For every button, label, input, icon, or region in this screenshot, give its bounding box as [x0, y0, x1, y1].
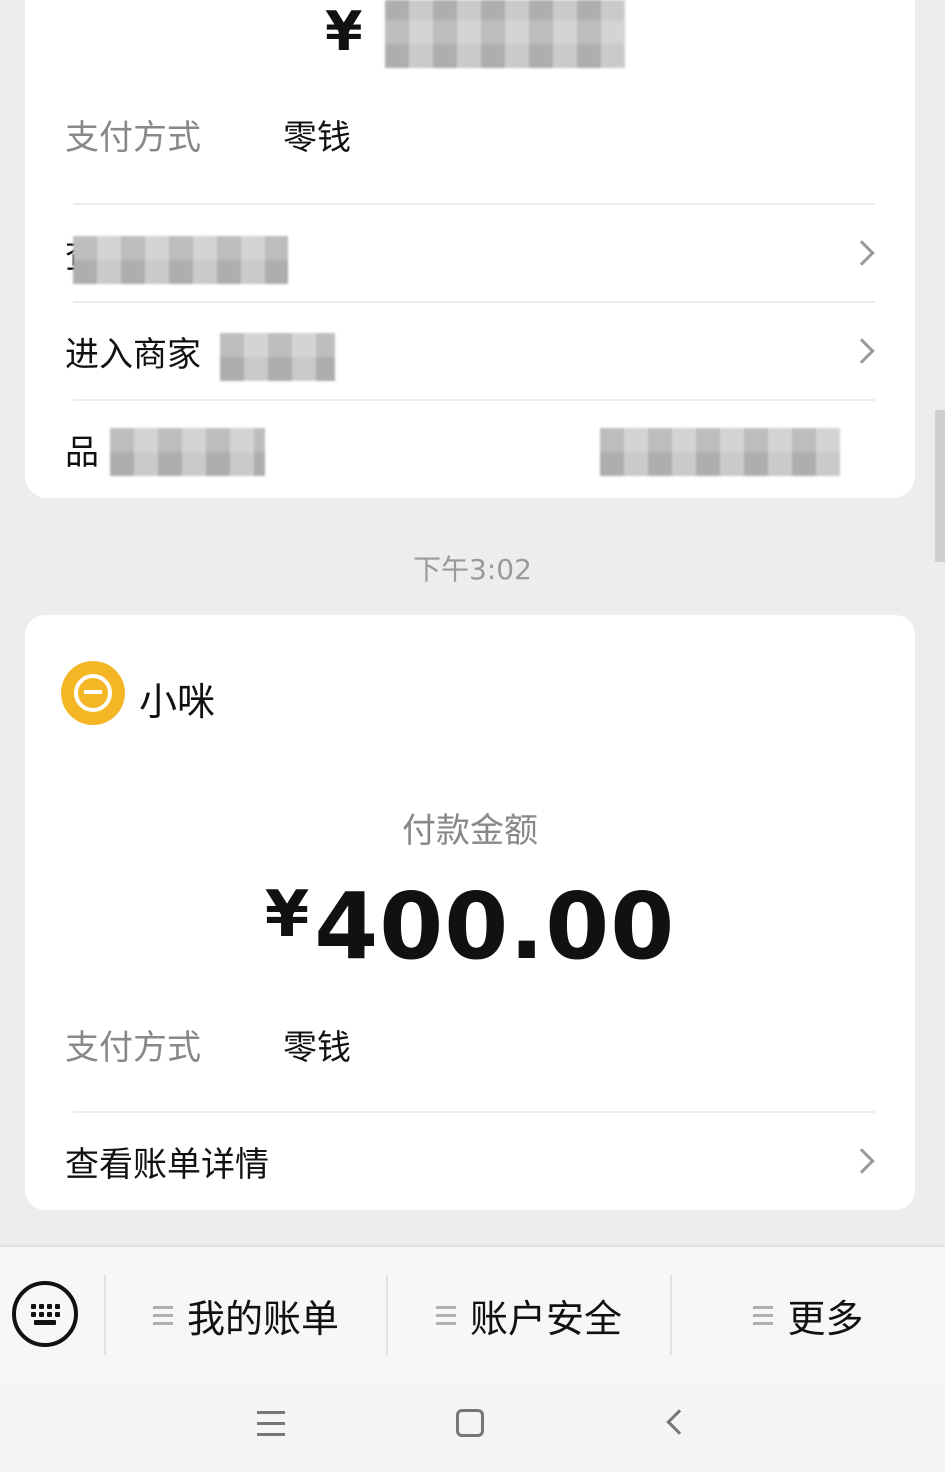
nav-menu-icon[interactable] [257, 1411, 285, 1436]
brand-label: 品 [65, 432, 99, 473]
menu-lines-icon [152, 1305, 173, 1325]
payment-method-value: 零钱 [283, 1028, 351, 1068]
system-nav-bar [0, 1381, 945, 1472]
menu-account-security[interactable]: 账户安全 [388, 1247, 670, 1383]
redacted-text-mosaic [220, 333, 335, 381]
chevron-right-icon [849, 1148, 875, 1174]
scrollbar-thumb[interactable] [935, 410, 945, 562]
enter-merchant-label: 进入商家 [65, 334, 201, 375]
view-bill-details-label: 查看账单详情 [65, 1144, 269, 1185]
menu-lines-icon [753, 1305, 774, 1325]
service-menu-bar: 我的账单 账户安全 更多 [0, 1245, 945, 1381]
currency-symbol: ¥ [264, 878, 311, 952]
redacted-amount-mosaic [385, 0, 625, 68]
menu-item-label: 我的账单 [186, 1296, 339, 1341]
chevron-right-icon [849, 240, 875, 266]
menu-item-label: 账户安全 [469, 1296, 622, 1341]
payment-method-value: 零钱 [283, 118, 351, 158]
pay-amount: ¥400.00 [25, 873, 915, 980]
previous-payment-card: ¥ 支付方式 零钱 查 进入商家 品 [25, 0, 915, 498]
merchant-name[interactable]: 小咪 [139, 671, 215, 726]
previous-amount-currency: ¥ [325, 0, 365, 63]
redacted-text-mosaic [73, 236, 288, 284]
nav-back-icon[interactable] [666, 1409, 692, 1435]
nav-home-icon[interactable] [456, 1409, 484, 1437]
view-bill-details-row[interactable]: 查看账单详情 [65, 1113, 875, 1209]
menu-more[interactable]: 更多 [672, 1247, 945, 1383]
menu-item-label: 更多 [787, 1296, 864, 1341]
redacted-text-mosaic [110, 428, 265, 476]
redacted-text-mosaic [600, 428, 840, 476]
merchant-logo-icon[interactable] [61, 661, 125, 725]
pay-amount-label: 付款金额 [402, 811, 538, 851]
payment-method-label: 支付方式 [65, 1028, 201, 1068]
enter-merchant-row[interactable]: 进入商家 [65, 303, 875, 399]
amount-value: 400.00 [314, 873, 676, 980]
message-timestamp: 下午3:02 [413, 553, 532, 586]
payment-card: 小咪 付款金额 ¥400.00 支付方式 零钱 查看账单详情 [25, 615, 915, 1210]
chevron-right-icon [849, 338, 875, 364]
payment-method-label: 支付方式 [65, 118, 201, 158]
menu-lines-icon [435, 1305, 456, 1325]
previous-amount: ¥ [325, 0, 365, 63]
keyboard-icon[interactable] [12, 1281, 78, 1347]
menu-my-bills[interactable]: 我的账单 [106, 1247, 386, 1383]
